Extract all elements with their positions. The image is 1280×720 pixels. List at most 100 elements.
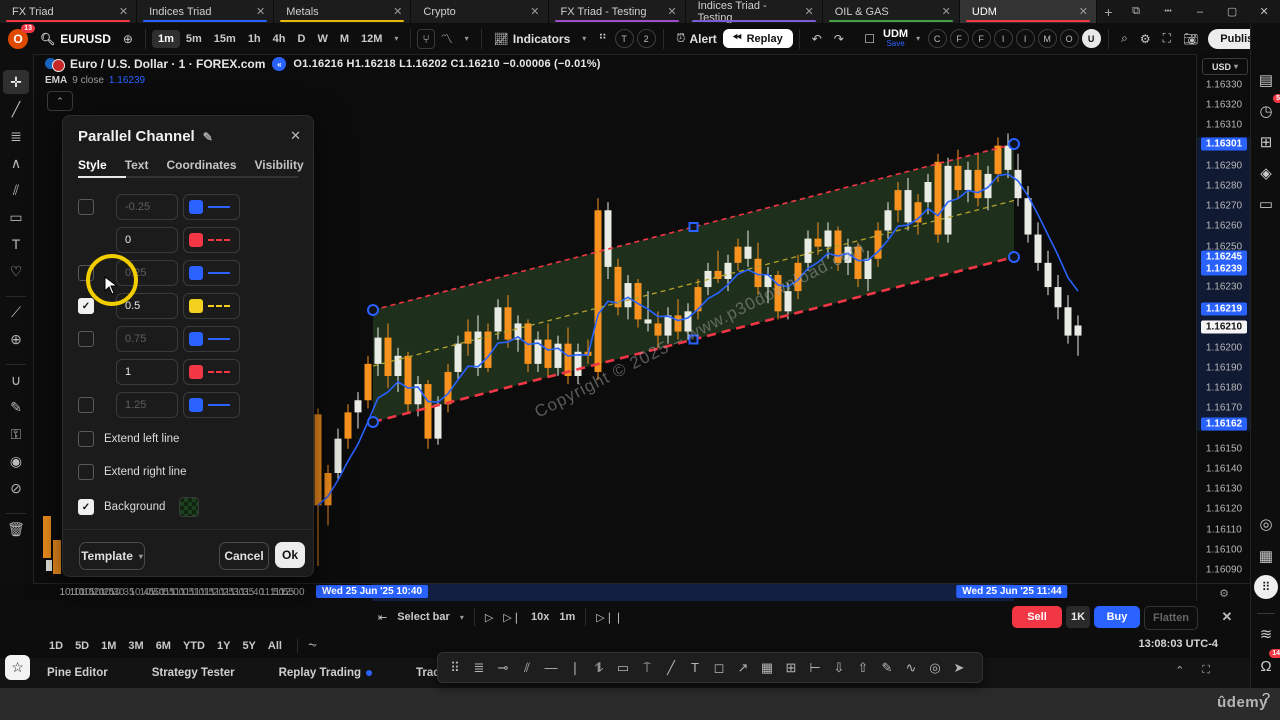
alert-button[interactable]: ⏰︎Alert [670,31,723,46]
channel-anchor-handle[interactable] [368,417,378,427]
layout-select-checkbox[interactable]: ☐ [858,32,881,46]
browser-tab-fx-triad-testing[interactable]: FX Triad - Testing✕ [549,0,686,23]
layout-shortcut-u-7[interactable]: U [1082,29,1101,48]
edit-pencil-icon[interactable]: ✎ [203,130,213,144]
chart-legend[interactable]: Euro / U.S. Dollar · 1 · FOREX.com « O1.… [45,57,601,71]
level-value-input[interactable]: 1.25 [116,392,178,418]
quantity-button[interactable]: 1K [1066,606,1090,628]
range-6m[interactable]: 6M [151,638,176,654]
arrow-down-icon[interactable]: ⇩ [828,657,850,679]
tab-close-icon[interactable]: ✕ [256,5,265,18]
quick-search-icon[interactable]: ⌕ [1115,31,1134,46]
range-3m[interactable]: 3M [123,638,148,654]
callout-icon[interactable]: ◻ [708,657,730,679]
timeframe-menu-caret[interactable]: ▾ [388,34,404,43]
chart-type-caret[interactable]: ▾ [459,34,475,43]
flatten-button[interactable]: Flatten [1144,606,1198,630]
time-axis[interactable]: 10:1010:1510:2010:2510:3010:3510:4510:50… [33,583,1196,602]
signal-icon[interactable]: ≋ [1253,621,1279,647]
layout-shortcut-m-5[interactable]: M [1038,29,1057,48]
alerts-clock-icon[interactable]: ◷5 [1253,98,1279,124]
background-checkbox[interactable]: ✓ [78,499,94,515]
text-icon[interactable]: T [684,657,706,679]
bottom-tab-strategy-tester[interactable]: Strategy Tester [152,667,235,679]
browser-tab-metals[interactable]: Metals✕ [274,0,411,23]
dialog-tab-style[interactable]: Style [78,158,107,172]
watchlist-icon[interactable]: ▤ [1253,67,1279,93]
more-icon[interactable]: ••• [1152,0,1184,23]
target-icon[interactable]: ◎ [1253,511,1279,537]
level-checkbox-0.5[interactable]: ✓ [78,298,94,314]
fullscreen-icon[interactable]: ⛶ [1157,31,1177,46]
timeframe-D[interactable]: D [292,30,312,48]
browser-tab-oil-gas[interactable]: OIL & GAS✕ [823,0,960,23]
settings-gear-icon[interactable]: ⚙ [1134,32,1157,46]
level-checkbox-1.25[interactable] [78,397,94,413]
layout-shortcut-f-2[interactable]: F [972,29,991,48]
timeframe-1m[interactable]: 1m [152,30,180,48]
line-style-button[interactable] [183,326,240,352]
range-ytd[interactable]: YTD [178,638,210,654]
emoji-tool[interactable]: ♡ [3,259,29,283]
level-value-input[interactable]: 0 [116,227,178,253]
save-label[interactable]: Save [886,39,904,49]
undo-button[interactable]: ↶ [806,32,828,46]
line-style-button[interactable] [183,392,240,418]
crosshair-tool[interactable]: ✛ [3,70,29,94]
range-all[interactable]: All [263,638,287,654]
notifications-bell-icon[interactable]: Ω14 [1253,653,1279,679]
dialog-close-icon[interactable]: ✕ [290,128,301,144]
axis-settings-corner[interactable]: ⚙ [1196,583,1251,602]
timeframe-15m[interactable]: 15m [208,30,242,48]
timeframe-5m[interactable]: 5m [180,30,208,48]
layout-shortcut-i-4[interactable]: I [1016,29,1035,48]
browser-tab-indices-triad-testing[interactable]: Indices Triad - Testing✕ [686,0,823,23]
buy-button[interactable]: Buy [1094,606,1140,628]
color-swatch[interactable] [189,332,203,346]
level-value-input[interactable]: -0.25 [116,194,178,220]
replay-point-icon[interactable]: « [272,57,286,71]
tab-close-icon[interactable]: ✕ [1079,5,1088,18]
drag-handle[interactable]: ⠿ [444,657,466,679]
flat-channel-icon[interactable]: ⥮ [588,657,610,679]
color-swatch[interactable] [189,398,203,412]
layers-icon[interactable]: ◈ [1253,160,1279,186]
favorites-star-button[interactable]: ☆ [5,655,30,680]
line-style-button[interactable] [183,227,240,253]
chart-type-button[interactable]: 〽 [435,30,459,47]
layout-shortcut-i-3[interactable]: I [994,29,1013,48]
layout-name-button[interactable]: UDMSave [883,29,908,49]
measure-tool[interactable]: ⟋ [3,300,29,324]
color-swatch[interactable] [189,299,203,313]
tab-close-icon[interactable]: ✕ [942,5,951,18]
level-checkbox--0.25[interactable] [78,199,94,215]
indicators-caret[interactable]: ▾ [576,34,592,43]
color-swatch[interactable] [189,365,203,379]
minimize-icon[interactable]: – [1184,0,1216,23]
range-1y[interactable]: 1Y [212,638,235,654]
cursor-icon[interactable]: ➤ [948,657,970,679]
symbol-title[interactable]: Euro / U.S. Dollar · 1 · FOREX.com [70,57,265,71]
layout-circle-2[interactable]: 2 [637,29,656,48]
vertical-line-icon[interactable]: ❘ [564,657,586,679]
select-bar-caret[interactable]: ▾ [460,613,464,622]
arrow-marker-icon[interactable]: ↗ [732,657,754,679]
timeframe-4h[interactable]: 4h [267,30,292,48]
tab-close-icon[interactable]: ✕ [530,5,539,18]
panel-collapse-icon[interactable]: ⌃ [1175,664,1184,677]
channel-mid-handle[interactable] [690,223,698,231]
chat-icon[interactable]: ▭ [1253,191,1279,217]
layout-circle-t[interactable]: T [615,29,634,48]
legend-collapse-button[interactable]: ⌃ [47,91,73,111]
fib-retracement-tool[interactable]: ≣ [3,124,29,148]
currency-selector[interactable]: USD▾ [1202,58,1248,75]
background-color-swatch[interactable] [179,497,199,517]
trend-line-icon[interactable]: ╱ [660,657,682,679]
layout-grid-button[interactable]: ⠛ [592,32,613,46]
browser-tab-udm[interactable]: UDM✕ [960,0,1097,23]
background-row[interactable]: ✓ Background [78,497,199,517]
text-tool[interactable]: T [3,232,29,256]
price-axis[interactable]: 1.163301.163201.163101.162901.162801.162… [1196,54,1251,583]
hide-drawings-tool[interactable]: ◉ [3,449,29,473]
sync-drawings-tool[interactable]: ⊘ [3,476,29,500]
